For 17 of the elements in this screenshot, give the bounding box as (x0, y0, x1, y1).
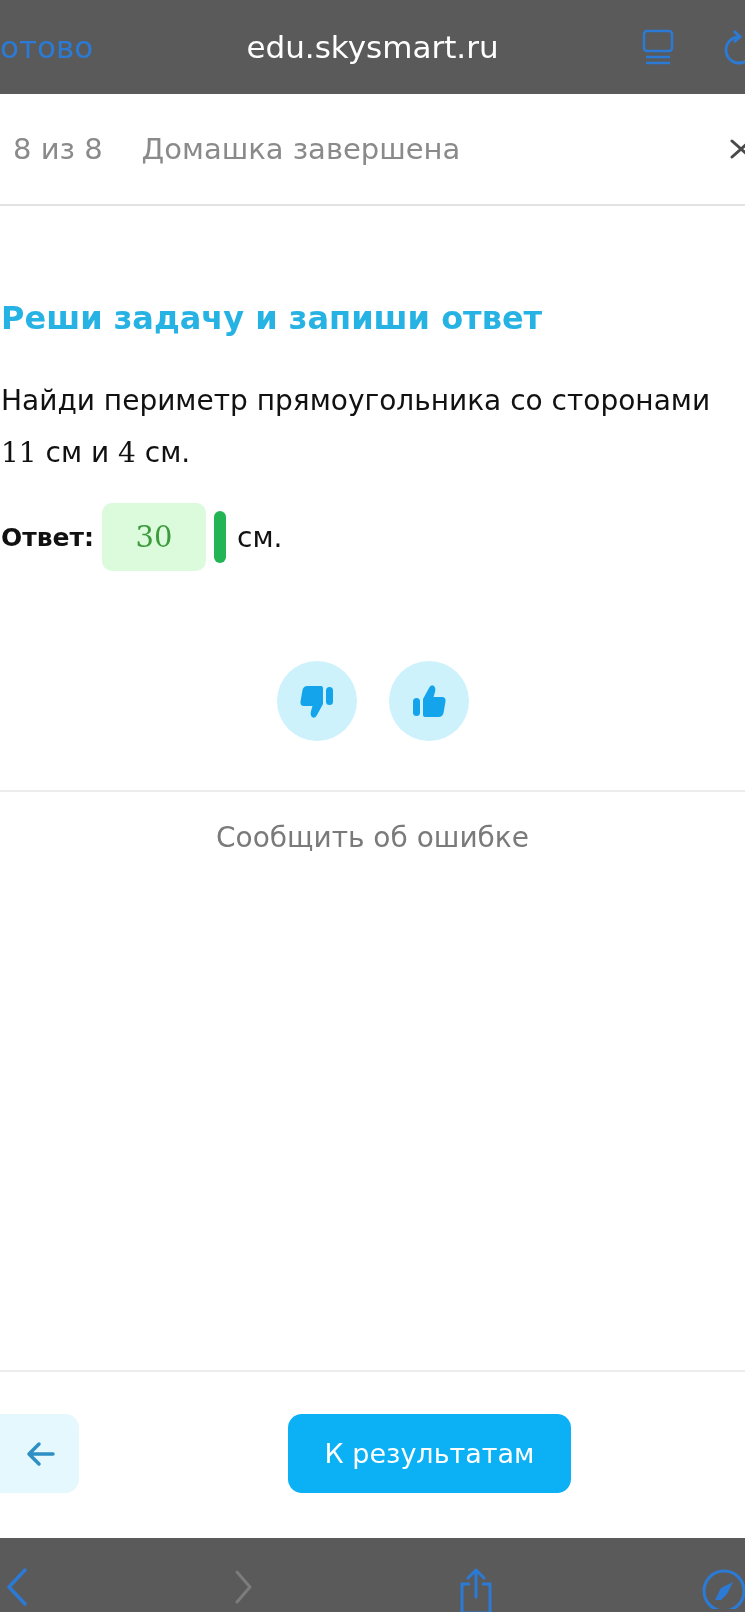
task-title: Реши задачу и запиши ответ (1, 298, 544, 338)
homework-status: Домашка завершена (141, 132, 461, 166)
results-button[interactable]: К результатам (288, 1414, 571, 1493)
arrow-left-icon (24, 1440, 55, 1467)
done-link[interactable]: отово (0, 29, 94, 65)
answer-label: Ответ: (1, 522, 95, 552)
close-icon[interactable] (729, 138, 745, 160)
answer-field[interactable]: 30 (102, 503, 206, 571)
url-text: edu.skysmart.ru (246, 29, 499, 65)
thumbs-up-icon (411, 682, 447, 720)
back-icon[interactable] (5, 1567, 29, 1607)
unit-label: см. (237, 520, 283, 554)
progress-counter: 8 из 8 (13, 132, 103, 166)
report-error-link[interactable]: Сообщить об ошибке (216, 818, 529, 858)
back-button[interactable] (0, 1414, 79, 1493)
reader-icon[interactable] (642, 29, 674, 65)
question-text: Найди периметр прямоугольника со сторонами 11 см и 4 см. (1, 383, 712, 471)
